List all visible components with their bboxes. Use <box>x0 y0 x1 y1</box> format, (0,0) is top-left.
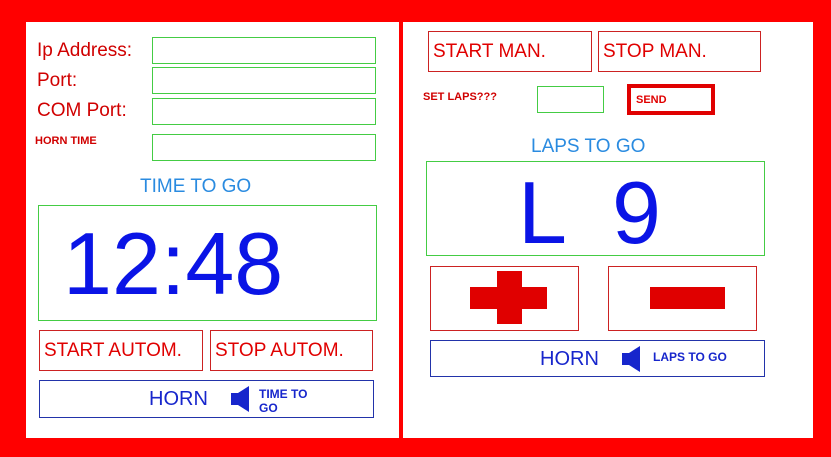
increase-laps-button[interactable] <box>430 266 579 331</box>
plus-icon <box>470 271 547 324</box>
port-field[interactable] <box>152 67 376 94</box>
laps-prefix: L <box>518 163 567 262</box>
horn-time-caption: TIME TO GO <box>259 387 308 415</box>
laps-to-go-title: LAPS TO GO <box>531 136 646 157</box>
horn-laps-button-label: HORN <box>540 348 599 370</box>
horn-time-button-label: HORN <box>149 388 208 410</box>
horn-time-field[interactable] <box>152 134 376 161</box>
set-laps-field[interactable] <box>537 86 604 113</box>
horn-time-label: HORN TIME <box>35 135 97 147</box>
horn-laps-button[interactable]: HORN LAPS TO GO <box>430 340 765 377</box>
ip-address-label: Ip Address: <box>37 40 133 61</box>
decrease-laps-button[interactable] <box>608 266 757 331</box>
start-man-button[interactable]: START MAN. <box>428 31 592 72</box>
stop-autom-button[interactable]: STOP AUTOM. <box>210 330 373 371</box>
laps-count: 9 <box>612 163 661 262</box>
speaker-icon <box>231 386 249 412</box>
right-panel: START MAN. STOP MAN. SET LAPS??? SEND LA… <box>403 22 813 438</box>
stop-man-button[interactable]: STOP MAN. <box>598 31 761 72</box>
ip-address-field[interactable] <box>152 37 376 64</box>
start-autom-button[interactable]: START AUTOM. <box>39 330 203 371</box>
left-panel: Ip Address: Port: COM Port: HORN TIME TI… <box>26 22 399 438</box>
time-digits: 12:48 <box>63 214 284 313</box>
laps-display: L 9 <box>426 161 765 262</box>
time-to-go-title: TIME TO GO <box>140 176 252 197</box>
send-button[interactable]: SEND <box>627 84 715 115</box>
horn-time-button[interactable]: HORN TIME TO GO <box>39 380 374 418</box>
speaker-icon <box>622 346 640 372</box>
port-label: Port: <box>37 70 78 91</box>
set-laps-label: SET LAPS??? <box>423 91 497 103</box>
com-port-field[interactable] <box>152 98 376 125</box>
time-display: 12:48 <box>38 205 377 321</box>
com-port-label: COM Port: <box>37 100 127 121</box>
minus-icon <box>650 287 725 309</box>
horn-laps-caption: LAPS TO GO <box>653 350 727 364</box>
